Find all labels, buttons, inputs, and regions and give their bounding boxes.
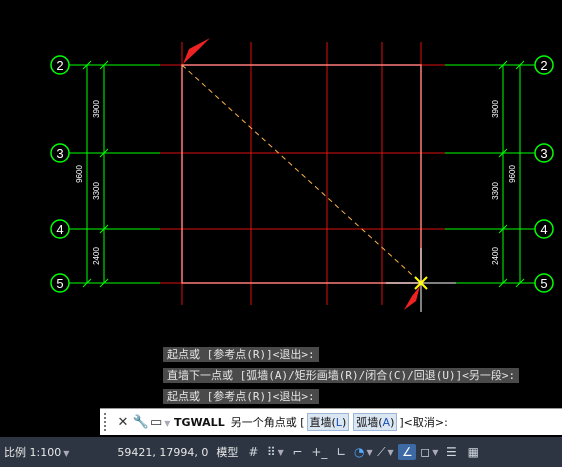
axis-label-right-2: 2 bbox=[540, 58, 547, 73]
object-snap-icon[interactable]: ◻ ▼ bbox=[420, 444, 438, 460]
axis-label-right-5: 5 bbox=[540, 276, 547, 291]
crosshair-cursor bbox=[386, 248, 456, 312]
dim-text-left-1: 3900 bbox=[92, 100, 101, 118]
lineweight-icon[interactable]: ☰ bbox=[442, 444, 460, 460]
axis-label-left-2: 2 bbox=[56, 58, 63, 73]
command-prompt-suffix: ]<取消>: bbox=[399, 416, 448, 429]
dim-ticks bbox=[82, 60, 525, 288]
axis-label-left-4: 4 bbox=[56, 222, 63, 237]
command-prompt-text: 另一个角点或 [ bbox=[230, 416, 305, 429]
grid-icon[interactable]: # bbox=[244, 444, 262, 460]
command-prompt[interactable]: TGWALL 另一个角点或 [ 直墙(L) 弧墙(A) ]<取消>: bbox=[174, 413, 448, 431]
command-history-line: 起点或 [参考点(R)]<退出>: bbox=[163, 389, 319, 404]
ortho-icon[interactable]: ∟ bbox=[332, 444, 350, 460]
command-line[interactable]: ✕ 🔧 ▭ ▼ TGWALL 另一个角点或 [ 直墙(L) 弧墙(A) ]<取消>… bbox=[100, 408, 562, 435]
drawing-canvas[interactable]: 2 3 4 5 2 3 4 5 3900 3300 2400 9600 3900… bbox=[0, 0, 562, 405]
close-icon[interactable]: ✕ bbox=[114, 415, 132, 430]
axis-label-left-3: 3 bbox=[56, 146, 63, 161]
rubberband-diagonal bbox=[181, 64, 422, 284]
dim-text-right-total: 9600 bbox=[508, 165, 517, 183]
dim-text-right-1: 3900 bbox=[491, 100, 500, 118]
dim-text-left-total: 9600 bbox=[75, 165, 84, 183]
axis-label-left-5: 5 bbox=[56, 276, 63, 291]
status-bar: 比例 1:100 ▼ 59421, 17994, 0 模型 # ⠿ ▼ ⌐ +_ ∟… bbox=[0, 437, 562, 467]
command-history-line: 直墙下一点或 [弧墙(A)/矩形画墙(R)/闭合(C)/回退(U)]<另一段>: bbox=[163, 368, 520, 383]
quick-properties-icon[interactable]: ▦ bbox=[464, 444, 482, 460]
dim-text-left-3: 2400 bbox=[92, 247, 101, 265]
coordinate-readout[interactable]: 59421, 17994, 0 bbox=[113, 446, 212, 459]
arrow-end-point bbox=[404, 286, 420, 310]
axis-label-right-4: 4 bbox=[540, 222, 547, 237]
polar-tracking-icon[interactable]: ◔ ▼ bbox=[354, 444, 373, 460]
infer-constraints-icon[interactable]: ⌐ bbox=[288, 444, 306, 460]
dynamic-input-icon[interactable]: +_ bbox=[310, 444, 328, 460]
snap-icon[interactable]: ⠿ ▼ bbox=[266, 444, 284, 460]
command-history-line: 起点或 [参考点(R)]<退出>: bbox=[163, 347, 319, 362]
command-prompt-icon[interactable]: ▭ ▼ bbox=[150, 415, 170, 430]
drag-handle-icon[interactable] bbox=[104, 413, 114, 431]
dim-text-right-2: 3300 bbox=[491, 182, 500, 200]
model-space-toggle[interactable]: 模型 bbox=[212, 444, 242, 460]
option-arc-wall[interactable]: 弧墙(A) bbox=[353, 413, 398, 431]
arrow-start-point bbox=[183, 38, 210, 64]
dim-text-right-3: 2400 bbox=[491, 247, 500, 265]
dim-text-left-2: 3300 bbox=[92, 182, 101, 200]
axis-label-right-3: 3 bbox=[540, 146, 547, 161]
scale-selector[interactable]: 比例 1:100 ▼ bbox=[0, 444, 73, 460]
command-name: TGWALL bbox=[174, 415, 225, 429]
option-straight-wall[interactable]: 直墙(L) bbox=[306, 413, 350, 431]
isometric-icon[interactable]: ⟋ ▼ bbox=[376, 444, 394, 460]
object-snap-tracking-icon[interactable]: ∠ bbox=[398, 444, 417, 460]
wrench-icon[interactable]: 🔧 bbox=[132, 415, 150, 430]
